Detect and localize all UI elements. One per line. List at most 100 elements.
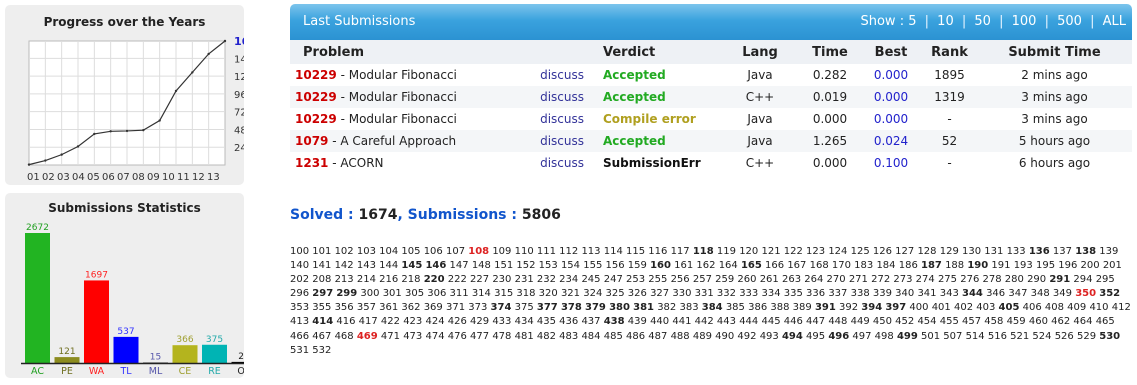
solved-problem-number[interactable]: 325 [606,288,625,299]
solved-problem-number[interactable]: 495 [806,331,825,342]
solved-problem-number[interactable]: 477 [470,331,489,342]
solved-problem-number[interactable]: 469 [357,331,378,342]
solved-problem-number[interactable]: 341 [917,288,936,299]
solved-problem-number[interactable]: 423 [403,316,422,327]
solved-problem-number[interactable]: 271 [849,274,868,285]
solved-problem-number[interactable]: 167 [787,260,806,271]
solved-problem-number[interactable]: 464 [1073,316,1092,327]
solved-problem-number[interactable]: 261 [760,274,779,285]
solved-problem-number[interactable]: 213 [335,274,354,285]
solved-problem-number[interactable]: 498 [875,331,894,342]
solved-problem-number[interactable]: 110 [515,246,534,257]
solved-problem-number[interactable]: 441 [672,316,691,327]
solved-problem-number[interactable]: 490 [715,331,734,342]
solved-problem-number[interactable]: 216 [379,274,398,285]
solved-problem-number[interactable]: 234 [559,274,578,285]
solved-problem-number[interactable]: 122 [784,246,803,257]
solved-problem-number[interactable]: 350 [1075,288,1096,299]
solved-problem-number[interactable]: 516 [988,331,1007,342]
solved-problem-number[interactable]: 318 [516,288,535,299]
solved-problem-number[interactable]: 378 [561,302,582,313]
solved-problem-number[interactable]: 154 [561,260,580,271]
solved-problem-number[interactable]: 459 [1007,316,1026,327]
solved-problem-number[interactable]: 343 [940,288,959,299]
solved-problem-number[interactable]: 462 [1051,316,1070,327]
solved-problem-number[interactable]: 128 [917,246,936,257]
solved-problem-number[interactable]: 102 [335,246,354,257]
solved-problem-number[interactable]: 320 [539,288,558,299]
solved-problem-number[interactable]: 104 [379,246,398,257]
solved-problem-number[interactable]: 301 [383,288,402,299]
solved-problem-number[interactable]: 138 [1075,246,1096,257]
solved-problem-number[interactable]: 371 [446,302,465,313]
solved-problem-number[interactable]: 468 [335,331,354,342]
solved-problem-number[interactable]: 166 [765,260,784,271]
solved-problem-number[interactable]: 489 [693,331,712,342]
solved-problem-number[interactable]: 142 [335,260,354,271]
solved-problem-number[interactable]: 129 [940,246,959,257]
solved-problem-number[interactable]: 481 [515,331,534,342]
solved-problem-number[interactable]: 311 [450,288,469,299]
solved-problem-number[interactable]: 105 [401,246,420,257]
solved-problem-number[interactable]: 108 [468,246,489,257]
solved-problem-number[interactable]: 257 [693,274,712,285]
solved-problem-number[interactable]: 159 [628,260,647,271]
solved-problem-number[interactable]: 145 [401,260,422,271]
discuss-link[interactable]: discuss [540,112,584,126]
discuss-link[interactable]: discuss [540,134,584,148]
solved-problem-number[interactable]: 388 [770,302,789,313]
solved-problem-number[interactable]: 156 [606,260,625,271]
solved-problem-number[interactable]: 144 [379,260,398,271]
solved-problem-number[interactable]: 263 [782,274,801,285]
solved-problem-number[interactable]: 272 [871,274,890,285]
solved-problem-number[interactable]: 335 [784,288,803,299]
solved-problem-number[interactable]: 435 [537,316,556,327]
solved-problem-number[interactable]: 355 [312,302,331,313]
solved-problem-number[interactable]: 125 [851,246,870,257]
solved-problem-number[interactable]: 290 [1027,274,1046,285]
solved-problem-number[interactable]: 416 [336,316,355,327]
solved-problem-number[interactable]: 183 [854,260,873,271]
solved-problem-number[interactable]: 153 [539,260,558,271]
solved-problem-number[interactable]: 164 [719,260,738,271]
solved-problem-number[interactable]: 375 [515,302,534,313]
solved-problem-number[interactable]: 478 [492,331,511,342]
solved-problem-number[interactable]: 438 [604,316,625,327]
solved-problem-number[interactable]: 521 [1010,331,1029,342]
solved-problem-number[interactable]: 379 [585,302,606,313]
solved-problem-number[interactable]: 115 [626,246,645,257]
solved-problem-number[interactable]: 114 [604,246,623,257]
solved-problem-number[interactable]: 255 [648,274,667,285]
solved-problem-number[interactable]: 330 [672,288,691,299]
solved-problem-number[interactable]: 119 [717,246,736,257]
show-all-link[interactable]: ALL [1103,14,1126,29]
solved-problem-number[interactable]: 530 [1099,331,1120,342]
show-50-link[interactable]: 50 [974,14,991,29]
solved-problem-number[interactable]: 112 [559,246,578,257]
show-10-link[interactable]: 10 [937,14,954,29]
discuss-link[interactable]: discuss [540,90,584,104]
show-100-link[interactable]: 100 [1012,14,1037,29]
solved-problem-number[interactable]: 200 [1081,260,1100,271]
solved-problem-number[interactable]: 448 [828,316,847,327]
solved-problem-number[interactable]: 168 [810,260,829,271]
solved-problem-number[interactable]: 214 [357,274,376,285]
solved-problem-number[interactable]: 499 [897,331,918,342]
solved-problem-number[interactable]: 218 [401,274,420,285]
solved-problem-number[interactable]: 116 [648,246,667,257]
solved-problem-number[interactable]: 344 [962,288,983,299]
solved-problem-number[interactable]: 507 [943,331,962,342]
solved-problem-number[interactable]: 369 [424,302,443,313]
solved-problem-number[interactable]: 324 [583,288,602,299]
solved-problem-number[interactable]: 386 [748,302,767,313]
solved-problem-number[interactable]: 202 [290,274,309,285]
solved-problem-number[interactable]: 106 [424,246,443,257]
solved-problem-number[interactable]: 162 [696,260,715,271]
solved-problem-number[interactable]: 151 [494,260,513,271]
solved-problem-number[interactable]: 170 [832,260,851,271]
solved-problem-number[interactable]: 514 [966,331,985,342]
solved-problem-number[interactable]: 126 [873,246,892,257]
solved-problem-number[interactable]: 270 [827,274,846,285]
solved-problem-number[interactable]: 187 [921,260,942,271]
solved-problem-number[interactable]: 259 [715,274,734,285]
